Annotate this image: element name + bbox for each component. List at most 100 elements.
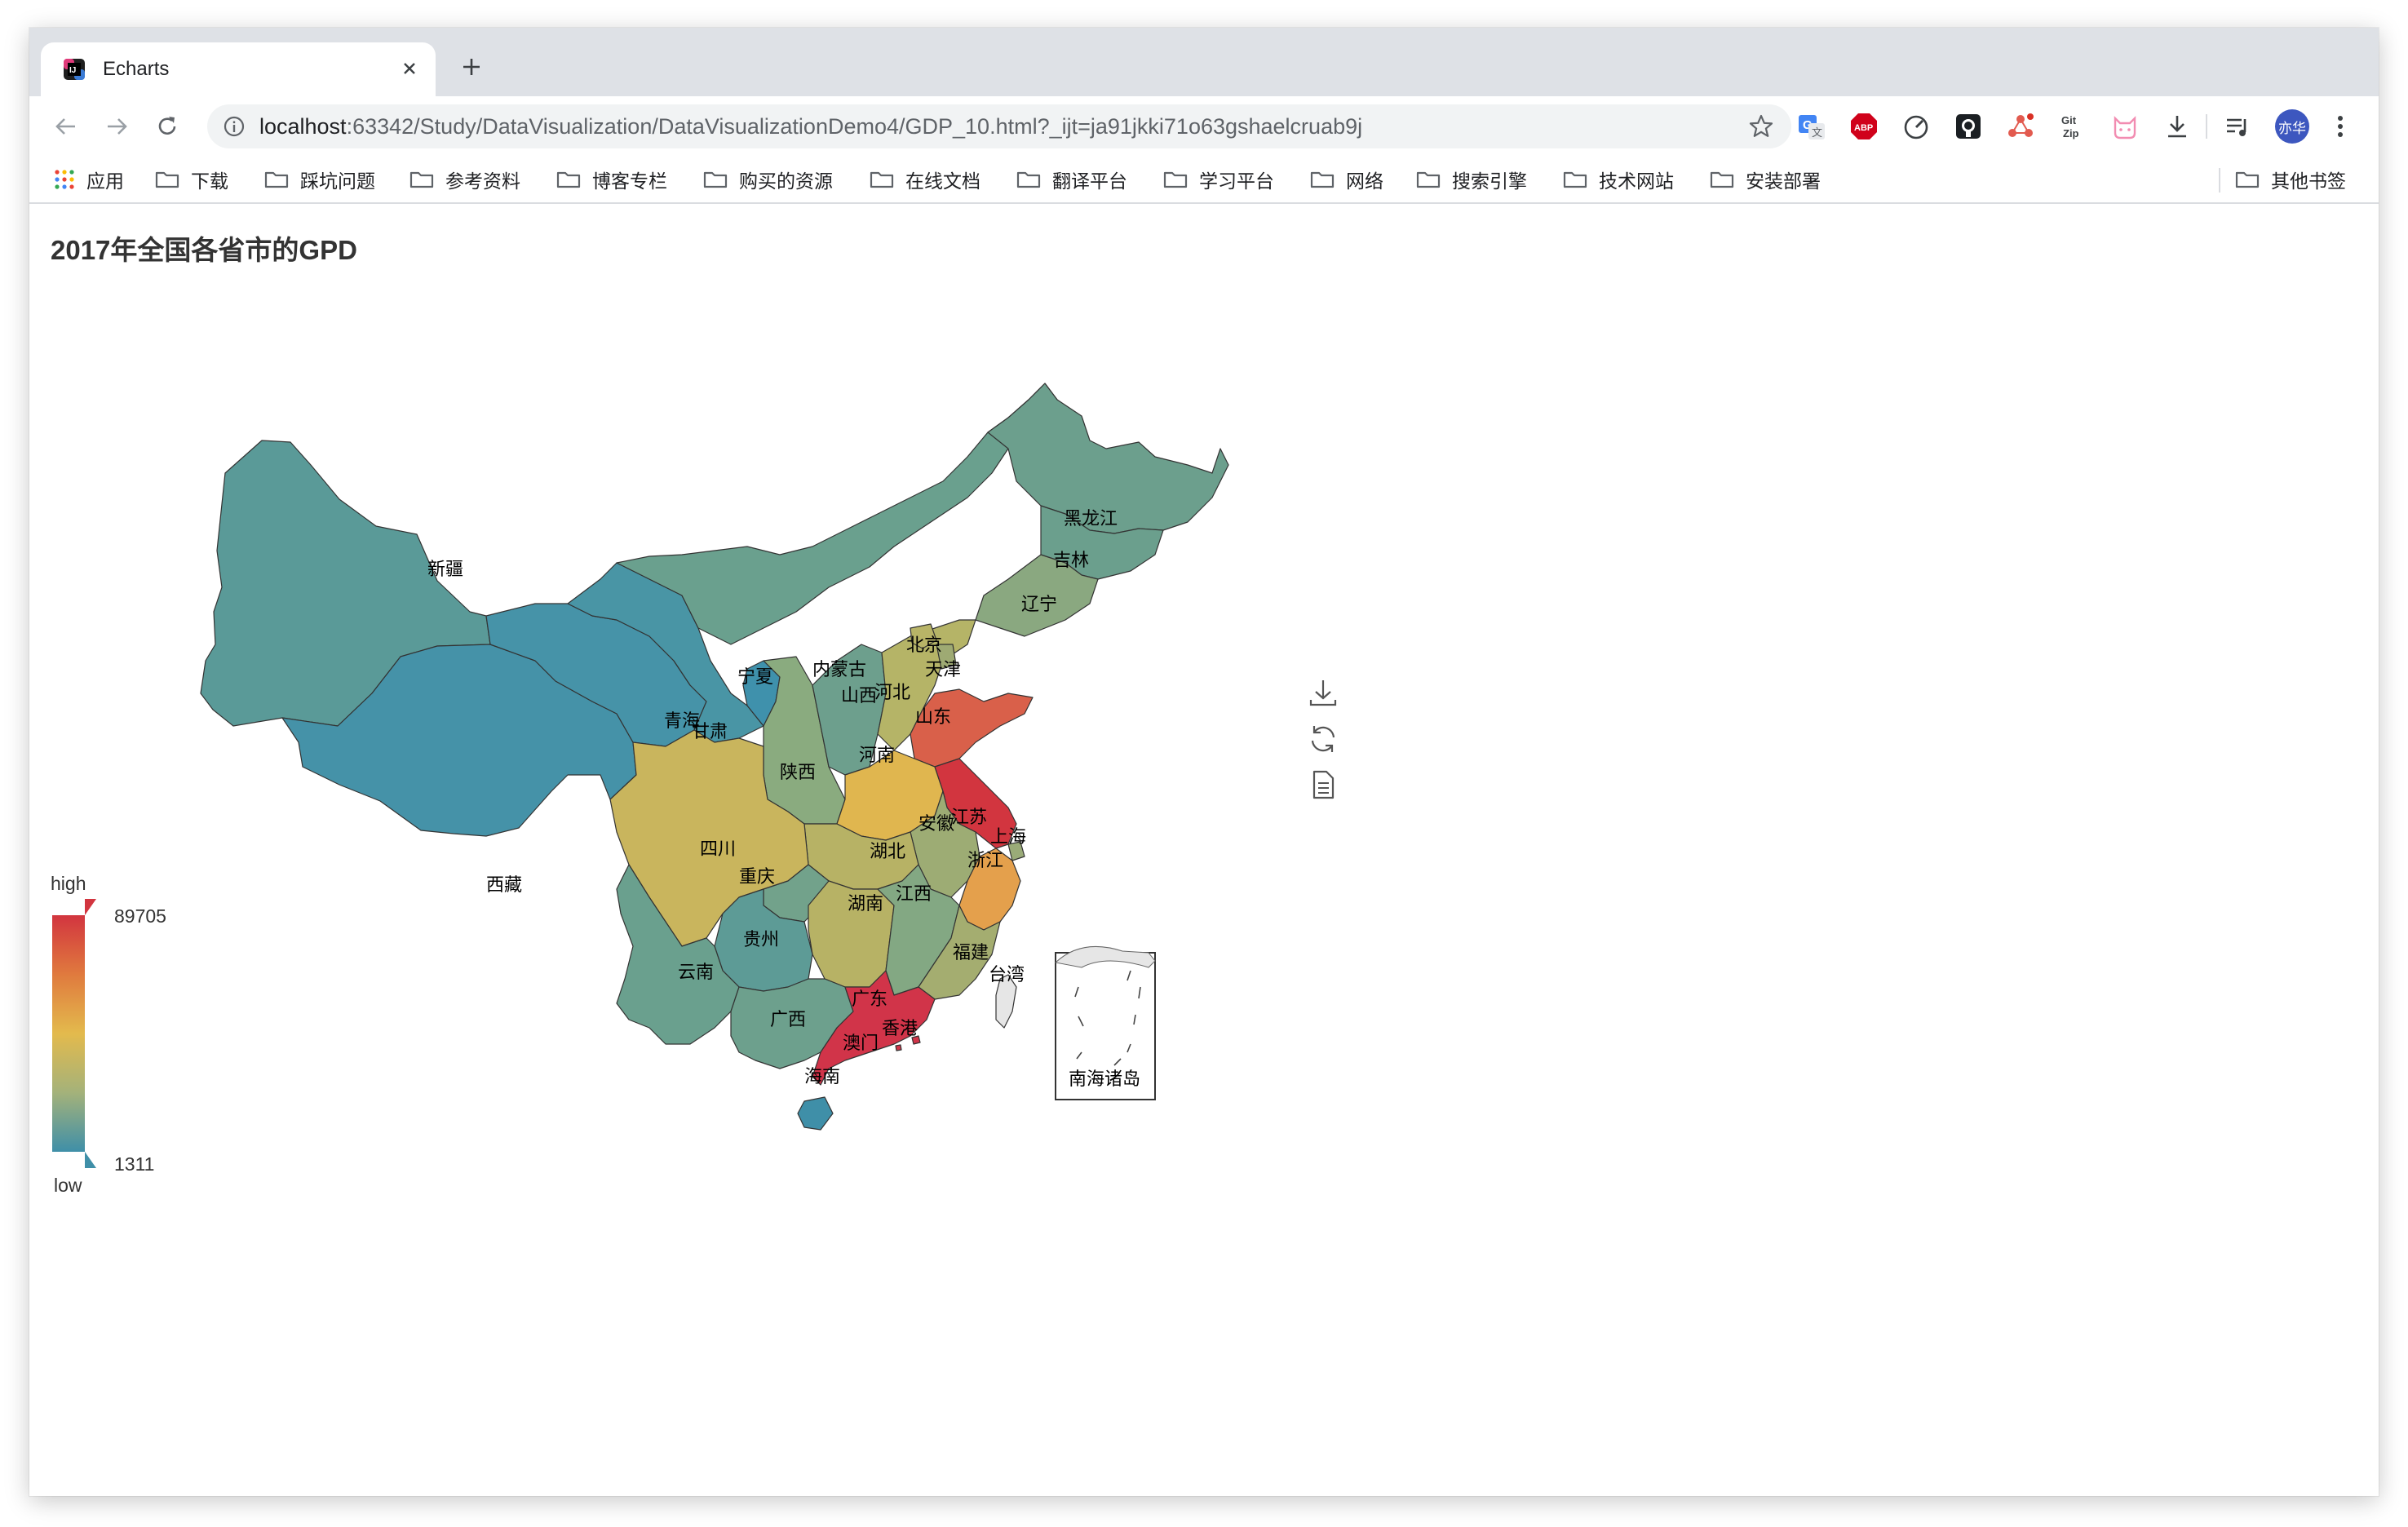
git-zip-icon[interactable]: Git Zip (2057, 111, 2088, 142)
region-label-xinjiang: 新疆 (427, 559, 463, 579)
bookmark-apps[interactable]: 应用 (54, 165, 124, 194)
bookmark-folder[interactable]: 下载 (155, 165, 228, 194)
profile-label: 亦华 (2275, 109, 2309, 144)
profile-avatar[interactable]: 亦华 (2274, 108, 2310, 144)
folder-icon (556, 171, 581, 188)
folder-icon (870, 171, 894, 188)
github-icon[interactable] (1953, 111, 1984, 142)
visual-map-high-text: high (51, 873, 86, 894)
visual-map-high-handle[interactable] (85, 899, 96, 915)
folder-icon (409, 171, 434, 188)
region-label-gansu: 甘肃 (692, 721, 728, 741)
bookmark-folder[interactable]: 购买的资源 (703, 165, 833, 194)
bookmark-label: 在线文档 (905, 170, 980, 192)
inset-label: 南海诸岛 (1069, 1069, 1140, 1089)
address-bar[interactable]: localhost:63342/Study/DataVisualization/… (207, 104, 1791, 148)
folder-icon (1710, 171, 1734, 188)
bookmark-folder[interactable]: 翻译平台 (1016, 165, 1127, 194)
bookmark-star-icon[interactable] (1747, 113, 1775, 140)
visual-map-bar[interactable] (52, 899, 98, 1168)
bookmark-folder[interactable]: 技术网站 (1563, 165, 1674, 194)
region-label-taiwan: 台湾 (989, 964, 1025, 985)
region-label-hongkong: 香港 (882, 1018, 918, 1038)
bookmark-label: 参考资料 (445, 170, 520, 192)
menu-icon[interactable] (2325, 111, 2356, 142)
bookmark-other[interactable]: 其他书签 (2235, 165, 2346, 194)
region-label-ningxia: 宁夏 (737, 666, 773, 687)
region-hainan[interactable] (797, 1096, 834, 1131)
restore-icon[interactable] (1307, 723, 1339, 755)
bookmark-folder[interactable]: 踩坑问题 (264, 165, 375, 194)
bookmark-folder[interactable]: 搜索引擎 (1416, 165, 1527, 194)
reload-icon[interactable] (148, 108, 186, 145)
region-label-hainan: 海南 (804, 1066, 840, 1087)
bookmark-label: 踩坑问题 (300, 170, 375, 192)
region-label-hubei: 湖北 (870, 841, 905, 861)
bookmark-folder[interactable]: 学习平台 (1163, 165, 1274, 194)
forward-icon[interactable] (98, 108, 135, 145)
region-label-neimenggu: 内蒙古 (812, 659, 866, 679)
folder-icon (155, 171, 179, 188)
url-host: localhost (259, 114, 347, 139)
url-path: :63342/Study/DataVisualization/DataVisua… (346, 114, 1363, 139)
visual-map-low-handle[interactable] (85, 1152, 96, 1168)
bookmark-label: 学习平台 (1199, 170, 1274, 192)
folder-icon (1416, 171, 1441, 188)
region-label-heilongjiang: 黑龙江 (1064, 508, 1118, 529)
visual-map-low-text: low (54, 1175, 82, 1196)
bookmark-folder[interactable]: 参考资料 (409, 165, 520, 194)
region-label-shaanxi: 陕西 (780, 762, 816, 782)
data-view-icon[interactable] (1307, 768, 1339, 801)
speed-icon[interactable] (1901, 111, 1932, 142)
region-shandong[interactable] (910, 688, 1034, 768)
browser-window: IJ Echarts localhost:63342/Study/DataVis… (29, 28, 2379, 1496)
folder-icon (2235, 171, 2260, 188)
browser-toolbar: localhost:63342/Study/DataVisualization/… (29, 96, 2379, 157)
svg-text:文: 文 (1812, 127, 1822, 139)
folder-icon (264, 171, 289, 188)
bookmark-label: 搜索引擎 (1452, 170, 1527, 192)
cat-icon[interactable] (2109, 111, 2140, 142)
region-label-hunan: 湖南 (848, 893, 883, 914)
bookmark-label: 下载 (191, 170, 228, 192)
region-label-jilin: 吉林 (1053, 550, 1089, 570)
adblock-icon[interactable]: ABP (1848, 111, 1879, 142)
save-image-icon[interactable] (1307, 677, 1339, 710)
network-icon[interactable] (2005, 111, 2036, 142)
url-text: localhost:63342/Study/DataVisualization/… (259, 113, 1362, 139)
tab-title: Echarts (103, 58, 170, 80)
region-macau[interactable] (895, 1044, 902, 1051)
region-label-guangxi: 广西 (770, 1009, 806, 1029)
bookmark-folder[interactable]: 在线文档 (870, 165, 980, 194)
bookmark-folder[interactable]: 安装部署 (1710, 165, 1821, 194)
back-icon[interactable] (47, 108, 85, 145)
folder-icon (1310, 171, 1335, 188)
region-label-guizhou: 贵州 (743, 929, 779, 949)
bookmarks-divider (2219, 168, 2220, 193)
translate-icon[interactable]: G文 (1796, 111, 1827, 142)
bookmark-label: 技术网站 (1599, 170, 1674, 192)
region-label-shanghai: 上海 (990, 826, 1026, 847)
tab-echarts[interactable]: IJ Echarts (41, 42, 436, 96)
region-label-jiangsu: 江苏 (951, 807, 987, 827)
region-label-beijing: 北京 (906, 635, 942, 655)
bookmark-label: 应用 (86, 170, 124, 192)
svg-text:Zip: Zip (2063, 127, 2079, 139)
download-icon[interactable] (2162, 111, 2193, 142)
region-label-guangdong: 广东 (852, 989, 888, 1009)
china-map: 南海诸岛 新疆西藏青海甘肃内蒙古黑龙江吉林辽宁宁夏陕西山西河北北京天津山东河南江… (200, 383, 1229, 1131)
folder-icon (1016, 171, 1041, 188)
toolbar-divider (2206, 114, 2207, 139)
bookmark-folder[interactable]: 网络 (1310, 165, 1383, 194)
region-label-shandong: 山东 (915, 706, 951, 727)
tab-close-icon[interactable] (395, 54, 424, 83)
bookmark-folder[interactable]: 博客专栏 (556, 165, 667, 194)
media-icon[interactable] (2222, 111, 2253, 142)
intellij-icon: IJ (64, 59, 85, 80)
region-label-chongqing: 重庆 (739, 866, 775, 887)
svg-text:ABP: ABP (1854, 123, 1873, 133)
new-tab-icon[interactable] (454, 49, 489, 85)
info-icon[interactable] (222, 114, 246, 139)
visual-map-min: 1311 (114, 1153, 155, 1175)
bookmark-label: 购买的资源 (739, 170, 833, 192)
